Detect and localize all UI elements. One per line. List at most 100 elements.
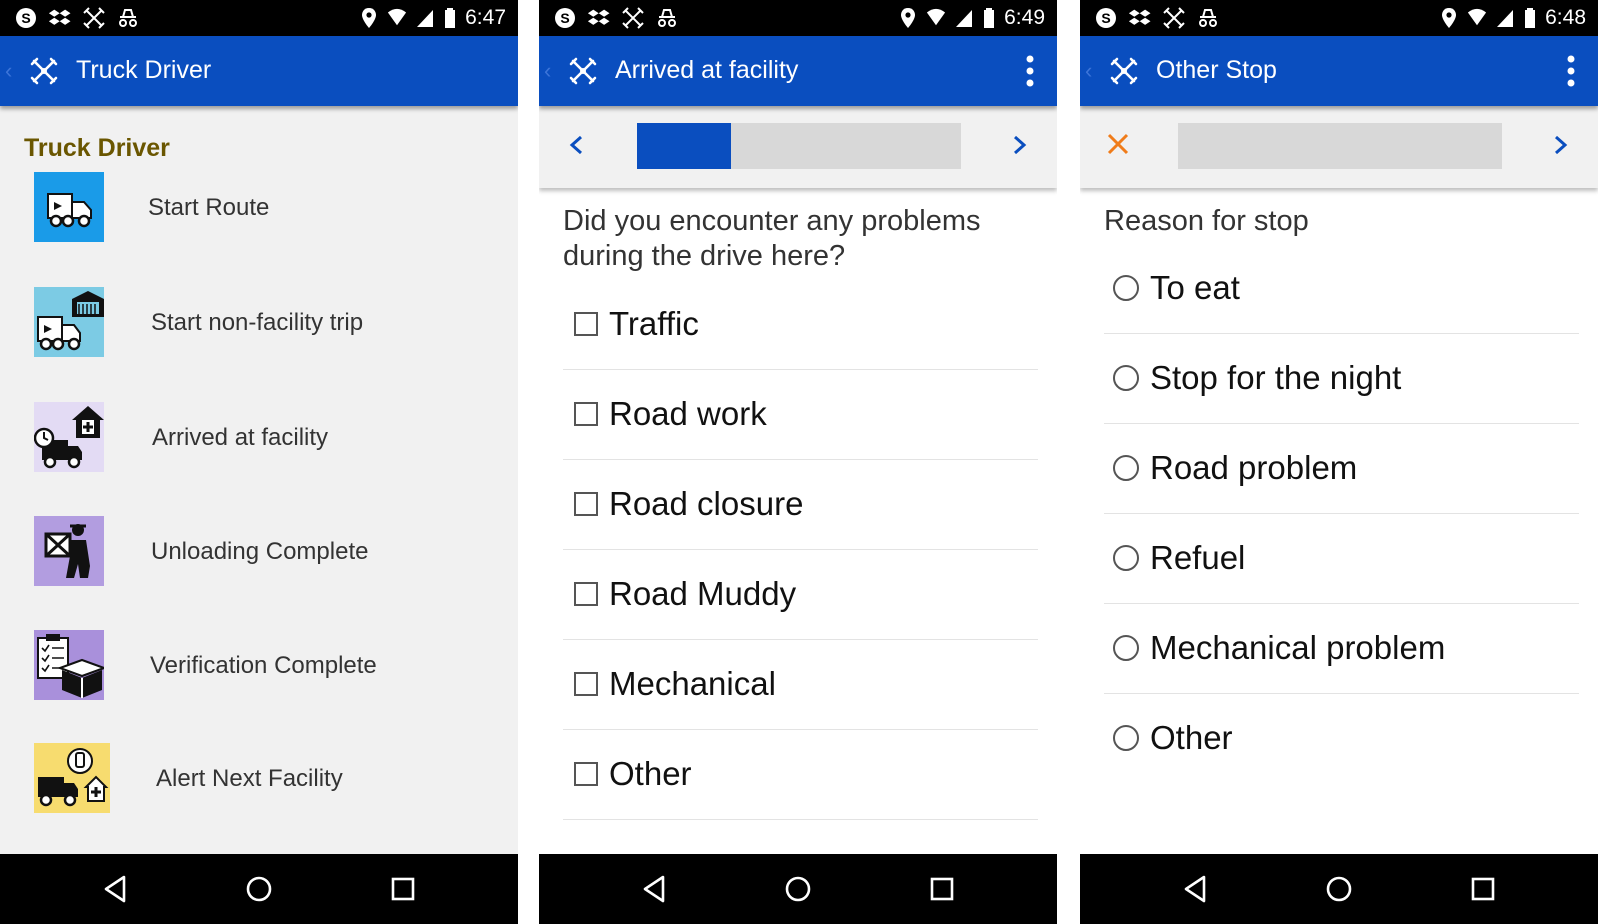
status-time: 6:49: [1004, 6, 1045, 29]
app-bar-title: Truck Driver: [76, 56, 212, 84]
option-row[interactable]: Mechanical problem: [1104, 604, 1579, 694]
app-logo-icon[interactable]: [1108, 55, 1140, 87]
truck-alert-icon: [34, 743, 110, 813]
navigation-bar: [0, 854, 518, 924]
radio-button[interactable]: [1113, 455, 1139, 481]
status-time: 6:48: [1545, 6, 1586, 29]
nav-recents-icon[interactable]: [1466, 872, 1500, 906]
question-text: Reason for stop: [1104, 205, 1309, 237]
skype-icon: [553, 6, 577, 30]
app-logo-icon[interactable]: [28, 55, 60, 87]
progress-fill: [637, 123, 731, 169]
form-navigation-bar: [539, 106, 1057, 188]
up-arrow-icon[interactable]: ‹: [544, 58, 551, 84]
up-arrow-icon[interactable]: ‹: [5, 58, 12, 84]
battery-icon: [1523, 7, 1537, 29]
incognito-icon: [116, 6, 140, 30]
nav-recents-icon[interactable]: [386, 872, 420, 906]
navigation-bar: [1080, 854, 1598, 924]
nav-back-icon[interactable]: [98, 872, 132, 906]
app-notification-icon: [621, 6, 645, 30]
radio-button[interactable]: [1113, 545, 1139, 571]
option-row[interactable]: Road Muddy: [563, 550, 1038, 640]
app-bar-title: Other Stop: [1156, 56, 1277, 84]
checkbox[interactable]: [574, 312, 598, 336]
app-notification-icon: [1162, 6, 1186, 30]
up-arrow-icon[interactable]: ‹: [1085, 58, 1092, 84]
wifi-icon: [387, 7, 407, 29]
option-row[interactable]: Other: [1104, 694, 1579, 784]
checkbox[interactable]: [574, 492, 598, 516]
incognito-icon: [655, 6, 679, 30]
checkbox[interactable]: [574, 762, 598, 786]
menu-item-alert-next-facility[interactable]: Alert Next Facility: [0, 743, 518, 843]
option-row[interactable]: Road closure: [563, 460, 1038, 550]
app-logo-icon[interactable]: [567, 55, 599, 87]
battery-icon: [982, 7, 996, 29]
navigation-bar: [539, 854, 1057, 924]
signal-icon: [1495, 7, 1515, 29]
menu-item-arrived-at-facility[interactable]: Arrived at facility: [0, 402, 518, 502]
option-label: Stop for the night: [1150, 359, 1402, 396]
radio-button[interactable]: [1113, 275, 1139, 301]
option-row[interactable]: Road problem: [1104, 424, 1579, 514]
option-label: To eat: [1150, 269, 1240, 306]
checkbox[interactable]: [574, 582, 598, 606]
nav-home-icon[interactable]: [781, 872, 815, 906]
form-progress-bar: [637, 123, 961, 169]
checkbox[interactable]: [574, 402, 598, 426]
battery-icon: [443, 7, 457, 29]
radio-button[interactable]: [1113, 725, 1139, 751]
option-row[interactable]: Mechanical: [563, 640, 1038, 730]
option-row[interactable]: Other: [563, 730, 1038, 820]
option-row[interactable]: Road work: [563, 370, 1038, 460]
option-label: Refuel: [1150, 539, 1246, 576]
nav-home-icon[interactable]: [242, 872, 276, 906]
worker-box-icon: [34, 516, 104, 586]
skype-icon: [14, 6, 38, 30]
radio-button[interactable]: [1113, 635, 1139, 661]
option-row[interactable]: Stop for the night: [1104, 334, 1579, 424]
next-chevron-icon[interactable]: [1011, 128, 1029, 162]
menu-item-start-route[interactable]: Start Route: [0, 172, 518, 272]
location-icon: [898, 7, 918, 29]
next-chevron-icon[interactable]: [1552, 128, 1570, 162]
status-bar: 6:48: [1080, 0, 1598, 36]
option-label: Road closure: [609, 485, 804, 522]
menu-item-label: Arrived at facility: [152, 424, 329, 451]
dropbox-icon: [48, 6, 72, 30]
menu-item-start-non-facility-trip[interactable]: Start non-facility trip: [0, 287, 518, 387]
option-label: Road work: [609, 395, 767, 432]
nav-back-icon[interactable]: [637, 872, 671, 906]
wifi-icon: [1467, 7, 1487, 29]
option-row[interactable]: Traffic: [563, 280, 1038, 370]
radio-button[interactable]: [1113, 365, 1139, 391]
menu-item-verification-complete[interactable]: Verification Complete: [0, 630, 518, 730]
app-bar: ‹ Arrived at facility: [539, 36, 1057, 106]
nav-recents-icon[interactable]: [925, 872, 959, 906]
form-navigation-bar: [1080, 106, 1598, 188]
option-label: Other: [609, 755, 692, 792]
overflow-menu-icon[interactable]: [1566, 54, 1576, 88]
option-label: Mechanical: [609, 665, 776, 702]
option-row[interactable]: Refuel: [1104, 514, 1579, 604]
option-row[interactable]: To eat: [1104, 244, 1579, 334]
truck-icon: [34, 172, 104, 242]
menu-item-unloading-complete[interactable]: Unloading Complete: [0, 516, 518, 616]
clock-truck-home-icon: [34, 402, 104, 472]
option-label: Traffic: [609, 305, 699, 342]
menu-item-label: Verification Complete: [150, 652, 377, 679]
previous-chevron-icon[interactable]: [567, 128, 585, 162]
cancel-x-icon[interactable]: [1106, 132, 1130, 156]
screen-other-stop: 6:48 ‹ Other Stop Reason for stop To eat…: [1080, 0, 1598, 924]
app-bar: ‹ Truck Driver: [0, 36, 518, 106]
nav-back-icon[interactable]: [1178, 872, 1212, 906]
dropbox-icon: [1128, 6, 1152, 30]
form-progress-bar: [1178, 123, 1502, 169]
overflow-menu-icon[interactable]: [1025, 54, 1035, 88]
dropbox-icon: [587, 6, 611, 30]
nav-home-icon[interactable]: [1322, 872, 1356, 906]
location-icon: [359, 7, 379, 29]
option-label: Other: [1150, 719, 1233, 756]
checkbox[interactable]: [574, 672, 598, 696]
